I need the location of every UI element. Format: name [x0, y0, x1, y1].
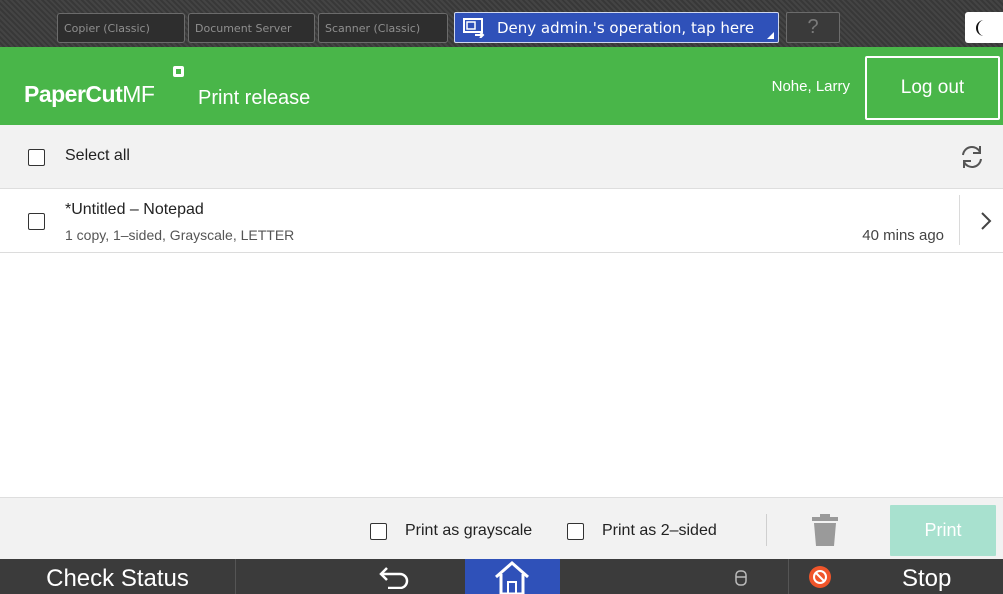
page-title: Print release [198, 87, 311, 109]
help-button[interactable]: ? [786, 12, 840, 43]
select-all-checkbox[interactable] [28, 149, 45, 166]
energy-saver-button[interactable] [965, 12, 1003, 43]
two-sided-label[interactable]: Print as 2–sided [602, 522, 717, 540]
papercut-logo: PaperCutMF [24, 81, 155, 108]
refresh-icon[interactable] [958, 144, 986, 170]
stop-button[interactable]: Stop [788, 559, 1003, 594]
deny-admin-operation-button[interactable]: Deny admin.'s operation, tap here [454, 12, 779, 43]
chevron-right-icon[interactable] [980, 211, 992, 231]
job-details: 1 copy, 1–sided, Grayscale, LETTER [65, 227, 295, 243]
check-status-button[interactable]: Check Status [0, 559, 236, 594]
print-button[interactable]: Print [890, 505, 996, 556]
app-header: PaperCutMF Print release Nohe, Larry Log… [0, 47, 1003, 125]
device-top-bar: Copier (Classic) Document Server Scanner… [0, 0, 1003, 47]
job-time: 40 mins ago [862, 227, 944, 244]
logout-button[interactable]: Log out [865, 56, 1000, 120]
grayscale-label[interactable]: Print as grayscale [405, 522, 532, 540]
select-all-row: Select all [0, 125, 1003, 189]
logo-mark-icon [173, 66, 184, 77]
logo-text: PaperCut [24, 81, 123, 107]
data-in-icon [735, 570, 747, 586]
tab-copier-classic[interactable]: Copier (Classic) [57, 13, 185, 43]
remote-operation-icon [463, 18, 485, 38]
user-name: Nohe, Larry [771, 78, 850, 95]
logo-suffix: MF [122, 81, 155, 107]
tab-document-server[interactable]: Document Server [188, 13, 315, 43]
trash-icon[interactable] [810, 513, 840, 547]
stop-icon [809, 566, 831, 588]
action-divider [766, 514, 767, 546]
deny-button-label: Deny admin.'s operation, tap here [497, 19, 755, 37]
grayscale-checkbox[interactable] [370, 523, 387, 540]
back-arrow-icon[interactable] [378, 565, 412, 589]
print-job-row[interactable]: *Untitled – Notepad 1 copy, 1–sided, Gra… [0, 189, 1003, 253]
home-button[interactable] [465, 559, 560, 594]
two-sided-checkbox[interactable] [567, 523, 584, 540]
device-footer-bar: Check Status Stop [0, 559, 1003, 594]
home-icon [495, 561, 529, 594]
tab-scanner-classic[interactable]: Scanner (Classic) [318, 13, 448, 43]
stop-label: Stop [902, 565, 952, 592]
select-all-label[interactable]: Select all [65, 147, 130, 165]
moon-icon [976, 20, 984, 36]
job-row-divider [959, 195, 960, 245]
corner-indicator-icon [767, 32, 774, 39]
job-checkbox[interactable] [28, 213, 45, 230]
job-title: *Untitled – Notepad [65, 201, 204, 218]
print-options-bar: Print as grayscale Print as 2–sided Prin… [0, 497, 1003, 559]
